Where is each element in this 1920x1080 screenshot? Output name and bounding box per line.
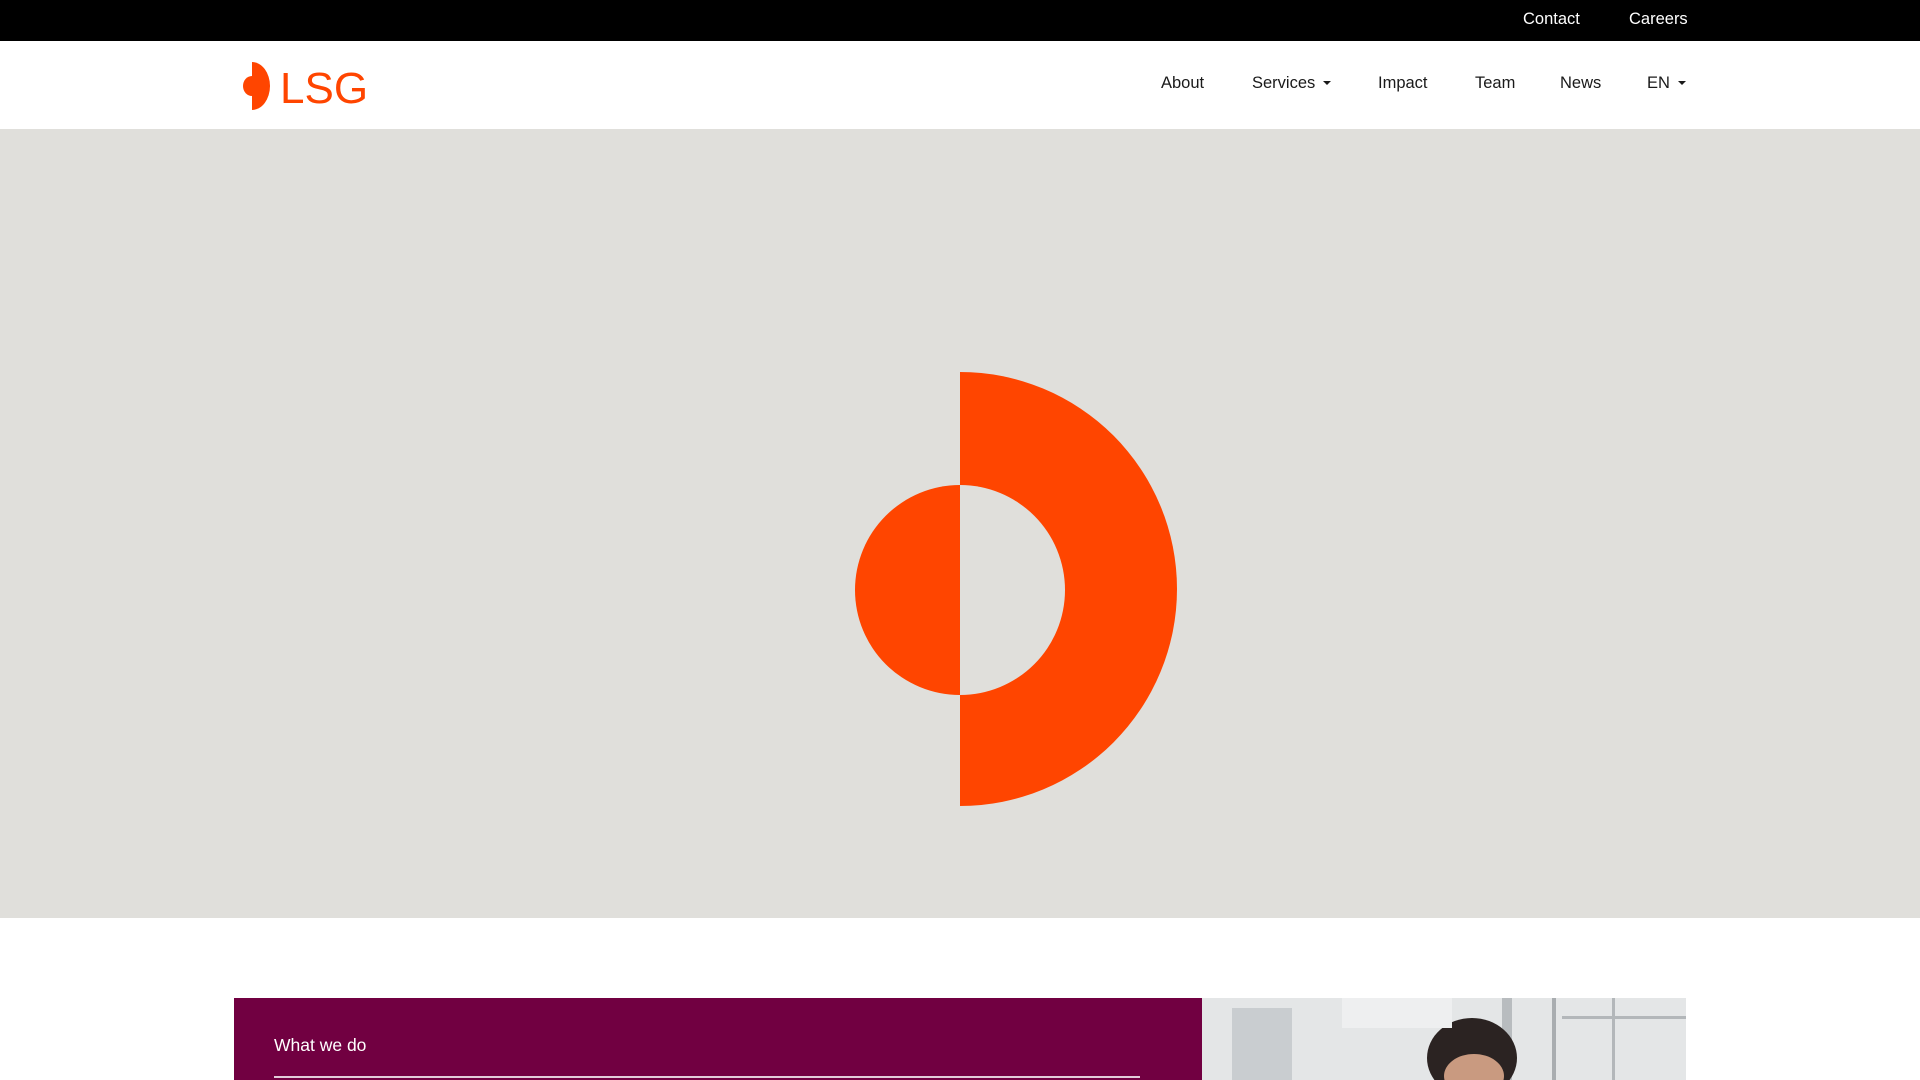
nav-news-label: News <box>1560 74 1602 92</box>
lsg-brand-mark-icon <box>855 372 1177 806</box>
what-we-do-card: What we do <box>234 998 1202 1080</box>
lsg-logo[interactable]: LSG <box>234 60 374 112</box>
language-label: EN <box>1647 74 1670 92</box>
hero-banner <box>0 129 1920 918</box>
nav-about-label: About <box>1161 74 1205 92</box>
section-eyebrow: What we do <box>274 1035 367 1055</box>
contact-link[interactable]: Contact <box>1523 9 1580 29</box>
nav-team-label: Team <box>1475 74 1516 92</box>
woman-at-office-photo <box>1202 998 1686 1080</box>
language-selector[interactable]: EN <box>1647 73 1686 93</box>
chevron-down-icon <box>1677 80 1686 85</box>
logo-text: LSG <box>280 64 368 112</box>
divider <box>274 1076 1140 1078</box>
nav-services[interactable]: Services <box>1252 73 1332 93</box>
lsg-mark-icon: LSG <box>243 62 368 112</box>
careers-link[interactable]: Careers <box>1629 9 1688 29</box>
nav-about[interactable]: About <box>1161 73 1204 93</box>
main-header: LSG About Services Impact Team News EN <box>0 41 1920 129</box>
nav-team[interactable]: Team <box>1475 73 1515 93</box>
nav-impact-label: Impact <box>1378 74 1428 92</box>
top-utility-bar: Contact Careers <box>0 0 1920 41</box>
nav-services-label: Services <box>1252 74 1316 92</box>
chevron-down-icon <box>1323 80 1332 85</box>
nav-news[interactable]: News <box>1560 73 1601 93</box>
nav-impact[interactable]: Impact <box>1378 73 1428 93</box>
